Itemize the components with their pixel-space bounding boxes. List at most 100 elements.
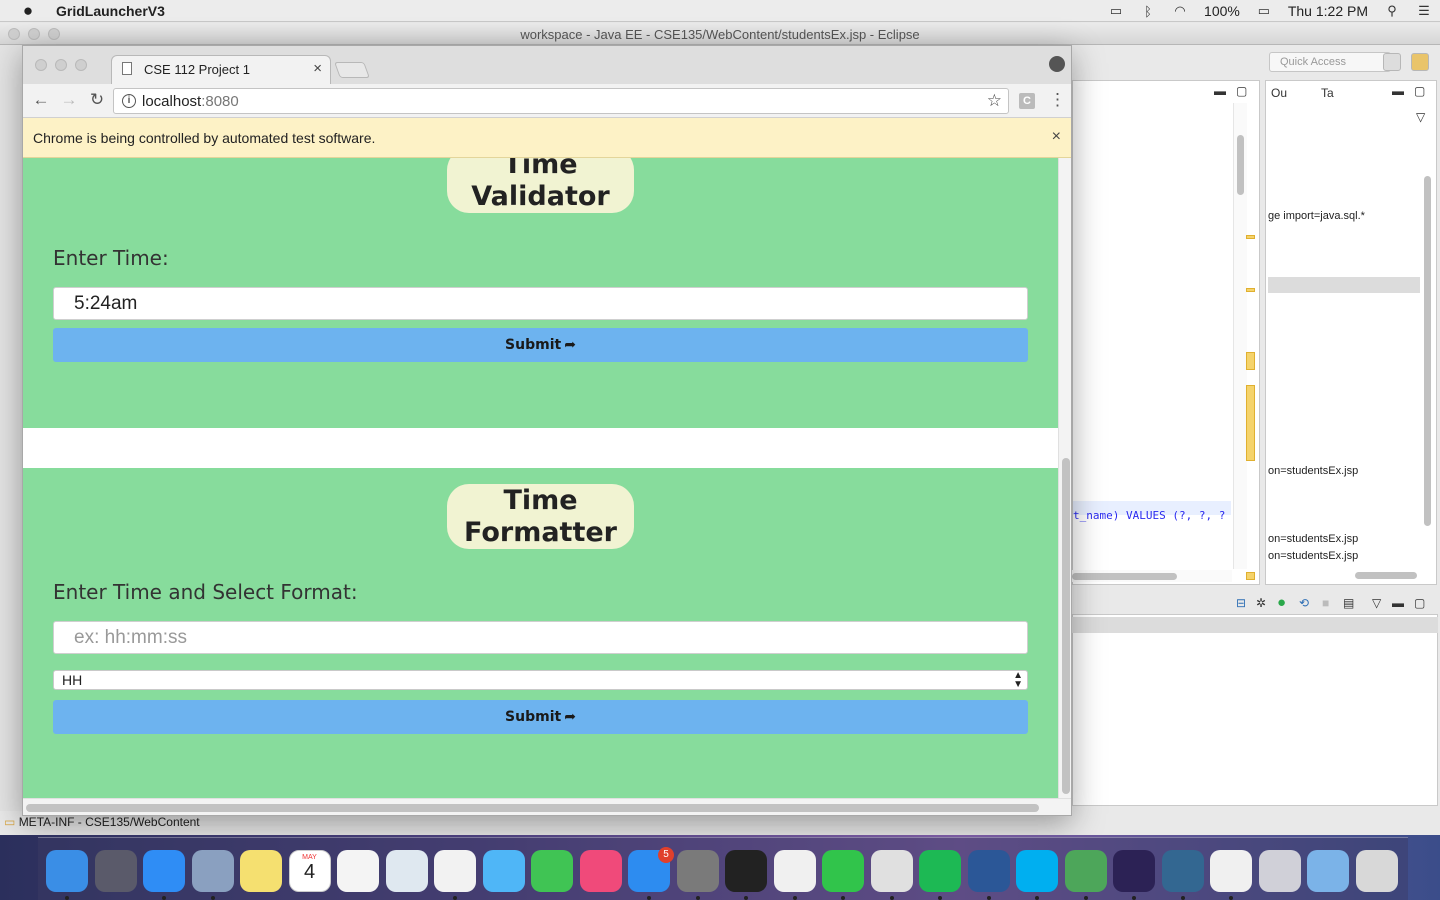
battery-icon[interactable]: ▭ xyxy=(1248,3,1280,19)
reload-icon[interactable]: ↻ xyxy=(87,90,107,110)
overview-ruler-marker[interactable] xyxy=(1246,385,1255,461)
editor-scroll-thumb[interactable] xyxy=(1237,135,1244,195)
dock-itunes-icon[interactable] xyxy=(579,850,622,892)
outline-hscroll-thumb[interactable] xyxy=(1355,572,1417,579)
info-icon[interactable]: i xyxy=(122,94,136,108)
url-text[interactable]: localhost:8080 xyxy=(142,93,239,110)
calendar-day: 4 xyxy=(303,861,316,883)
notification-center-icon[interactable]: ☰ xyxy=(1408,3,1440,19)
outline-item[interactable]: on=studentsEx.jsp xyxy=(1268,533,1358,545)
dock-eclipse-icon[interactable] xyxy=(1113,850,1155,892)
console-maximize-icon[interactable]: ▢ xyxy=(1414,596,1425,610)
back-icon[interactable]: ← xyxy=(31,90,51,110)
dock-spotify-icon[interactable] xyxy=(919,850,961,892)
formatter-submit-button[interactable]: Submit ➦ xyxy=(53,700,1028,734)
chrome-menu-icon[interactable]: ⋮ xyxy=(1049,90,1066,110)
dock-mail-icon[interactable] xyxy=(191,850,234,892)
outline-minimize-icon[interactable]: ▬ xyxy=(1392,84,1404,98)
run-icon[interactable]: ● xyxy=(1277,594,1286,611)
dock-postgres-icon[interactable] xyxy=(1161,850,1204,892)
editor-horizontal-scrollbar[interactable] xyxy=(1072,570,1232,582)
time-input[interactable]: 5:24am xyxy=(53,287,1028,320)
dock-line-icon[interactable] xyxy=(822,850,864,892)
outline-item[interactable]: ge import=java.sql.* xyxy=(1268,210,1365,222)
overview-ruler-marker[interactable] xyxy=(1246,352,1255,370)
tab-close-icon[interactable]: × xyxy=(313,60,322,77)
dock-safari-icon[interactable] xyxy=(143,850,185,892)
extension-icon[interactable]: C xyxy=(1019,93,1035,109)
stop-icon[interactable]: ■ xyxy=(1322,596,1329,610)
dock-chrome-icon[interactable] xyxy=(773,850,816,892)
profile-avatar-icon[interactable] xyxy=(1049,56,1065,72)
chrome-zoom-button[interactable] xyxy=(75,59,87,71)
dock-finder-icon[interactable] xyxy=(46,850,88,892)
bookmark-star-icon[interactable]: ☆ xyxy=(987,91,1002,111)
airplay-icon[interactable]: ▭ xyxy=(1100,3,1132,19)
battery-percentage[interactable]: 100% xyxy=(1196,3,1248,19)
dock-vim-icon[interactable] xyxy=(1064,850,1107,892)
java-ee-perspective-icon[interactable] xyxy=(1411,53,1429,71)
tab-outline[interactable]: Ou xyxy=(1265,84,1293,104)
outline-scroll-thumb[interactable] xyxy=(1424,176,1431,526)
page-vertical-scrollbar[interactable] xyxy=(1058,158,1071,798)
dock-skype-icon[interactable] xyxy=(1016,850,1058,892)
dock-system-preferences-icon[interactable] xyxy=(676,850,719,892)
overview-ruler-marker[interactable] xyxy=(1246,288,1255,292)
chrome-close-button[interactable] xyxy=(35,59,47,71)
console-collapse-icon[interactable]: ⊟ xyxy=(1236,596,1246,610)
wifi-icon[interactable]: ◠ xyxy=(1164,3,1196,19)
overview-ruler-marker[interactable] xyxy=(1246,235,1255,239)
editor-maximize-icon[interactable]: ▢ xyxy=(1236,84,1247,98)
editor-vertical-scrollbar[interactable] xyxy=(1233,103,1247,569)
address-bar[interactable]: i localhost:8080 ☆ xyxy=(113,88,1009,114)
format-select[interactable]: HH ▲ ▼ xyxy=(53,670,1028,690)
dock-file-icon[interactable] xyxy=(1258,850,1301,892)
open-console-icon[interactable]: ▤ xyxy=(1343,596,1354,610)
editor-minimize-icon[interactable]: ▬ xyxy=(1214,84,1226,98)
debug-icon[interactable]: ✲ xyxy=(1256,596,1266,610)
profile-icon[interactable]: ⟲ xyxy=(1299,596,1309,610)
new-tab-button[interactable] xyxy=(334,62,370,78)
tab-task-list[interactable]: Ta xyxy=(1315,84,1340,104)
time-format-input[interactable]: ex: hh:mm:ss xyxy=(53,621,1028,654)
browser-tab[interactable]: CSE 112 Project 1 × xyxy=(111,55,331,84)
spotlight-search-icon[interactable]: ⚲ xyxy=(1376,3,1408,19)
active-app-name[interactable]: GridLauncherV3 xyxy=(56,3,165,19)
console-view-menu-icon[interactable]: ▽ xyxy=(1372,596,1381,610)
bluetooth-icon[interactable]: ᛒ xyxy=(1132,4,1164,19)
outline-vertical-scrollbar[interactable] xyxy=(1421,112,1433,567)
editor-code-line: t_name) VALUES (?, ?, ? xyxy=(1073,509,1226,522)
dock-calendar-icon[interactable]: MAY 4 xyxy=(288,850,331,892)
dock-preview-icon[interactable] xyxy=(385,850,428,892)
validator-submit-button[interactable]: Submit ➦ xyxy=(53,328,1028,362)
infobar-close-icon[interactable]: × xyxy=(1052,128,1061,146)
overview-ruler-marker[interactable] xyxy=(1246,572,1255,580)
dock-launchpad-icon[interactable] xyxy=(94,850,137,892)
dock-terminal-icon[interactable] xyxy=(725,850,767,892)
forward-icon[interactable]: → xyxy=(59,90,79,110)
dock-chrome-2-icon[interactable] xyxy=(1210,850,1252,892)
console-minimize-icon[interactable]: ▬ xyxy=(1392,596,1404,610)
dock-sublime-icon[interactable] xyxy=(870,850,913,892)
chrome-minimize-button[interactable] xyxy=(55,59,67,71)
page-vscroll-thumb[interactable] xyxy=(1062,458,1070,794)
page-hscroll-thumb[interactable] xyxy=(26,804,1039,812)
dock-facetime-icon[interactable] xyxy=(531,850,573,892)
dock-word-icon[interactable] xyxy=(967,850,1010,892)
editor-pane[interactable]: t_name) VALUES (?, ?, ? xyxy=(1072,80,1260,585)
editor-hscroll-thumb[interactable] xyxy=(1072,573,1177,580)
outline-maximize-icon[interactable]: ▢ xyxy=(1414,84,1425,98)
apple-menu-icon[interactable]: ● xyxy=(0,1,56,21)
dock-messages-icon[interactable] xyxy=(482,850,525,892)
dock-reminders-icon[interactable] xyxy=(337,850,379,892)
page-horizontal-scrollbar[interactable] xyxy=(23,798,1071,815)
dock-downloads-icon[interactable] xyxy=(1307,850,1349,892)
dock-photos-icon[interactable] xyxy=(434,850,476,892)
dock-trash-icon[interactable] xyxy=(1355,850,1398,892)
outline-item[interactable]: on=studentsEx.jsp xyxy=(1268,465,1358,477)
dock-notes-icon[interactable] xyxy=(240,850,282,892)
outline-item[interactable]: on=studentsEx.jsp xyxy=(1268,550,1358,562)
clock[interactable]: Thu 1:22 PM xyxy=(1280,3,1376,19)
open-perspective-icon[interactable] xyxy=(1383,53,1401,71)
quick-access-input[interactable]: Quick Access xyxy=(1269,52,1391,72)
